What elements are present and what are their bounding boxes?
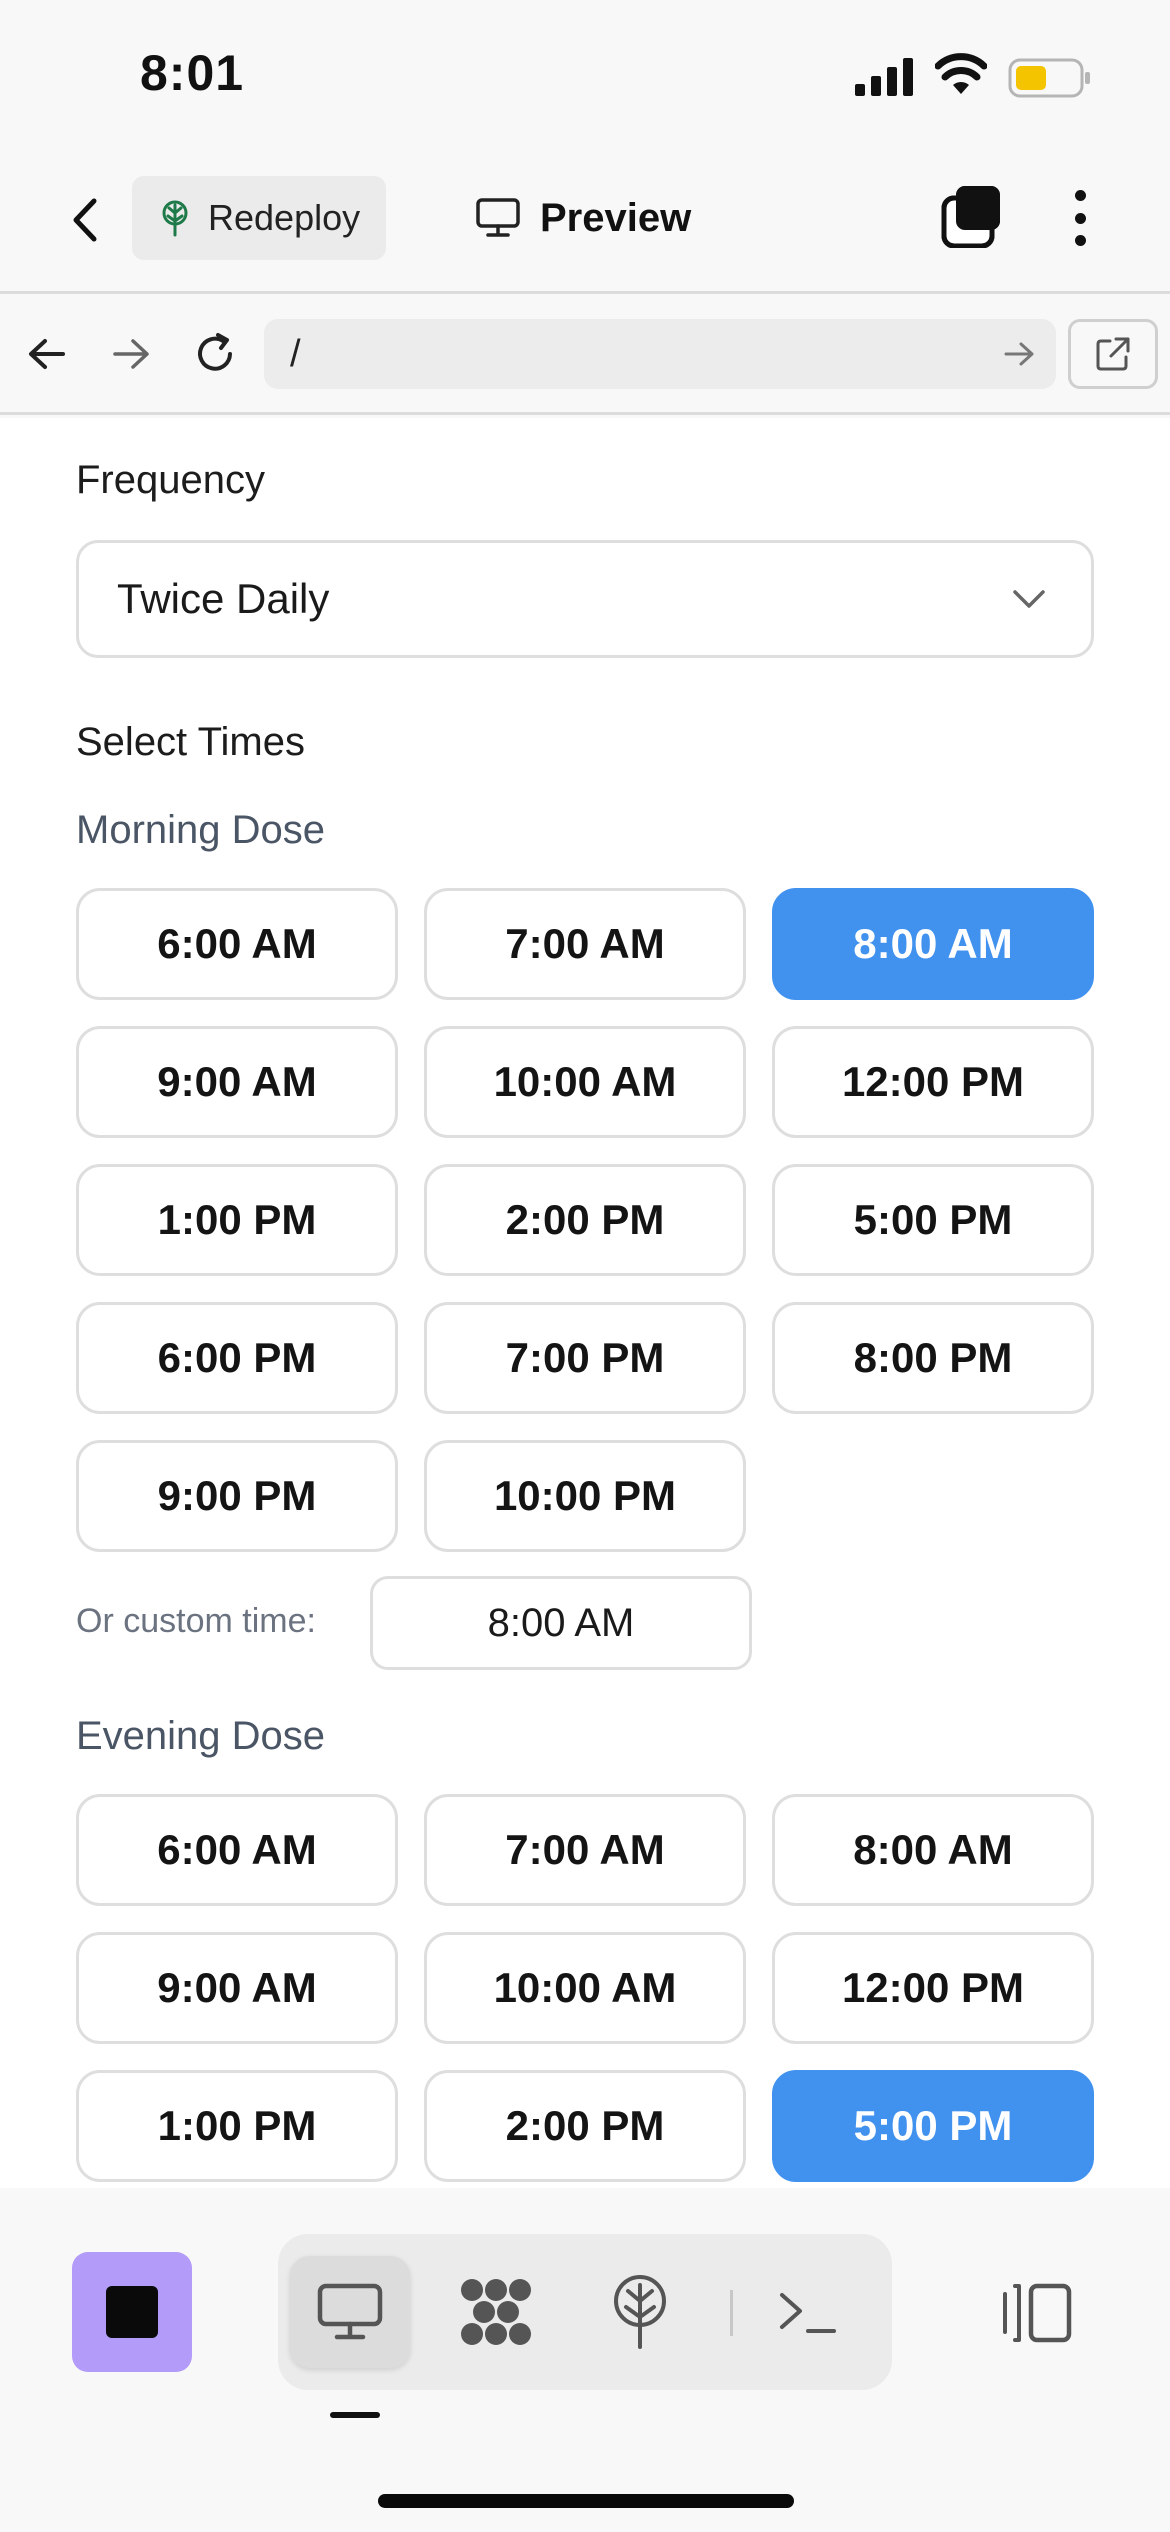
evening-dose-label: Evening Dose <box>76 1714 326 1758</box>
preview-label: Preview <box>540 195 692 240</box>
morning-time-option[interactable]: 10:00 AM <box>424 1026 746 1138</box>
morning-time-option[interactable]: 5:00 PM <box>772 1164 1094 1276</box>
frequency-label: Frequency <box>76 458 265 502</box>
chevron-down-icon <box>1013 590 1045 608</box>
evening-time-option[interactable]: 8:00 AM <box>772 1794 1094 1906</box>
bottom-toolbar <box>0 2188 1170 2532</box>
chevron-left-icon <box>73 198 97 242</box>
tabs-icon[interactable] <box>940 184 1004 248</box>
graph-icon <box>461 2279 531 2345</box>
morning-time-option[interactable]: 6:00 PM <box>76 1302 398 1414</box>
arrow-left-icon <box>29 339 65 369</box>
monitor-icon <box>476 198 520 237</box>
morning-time-option[interactable]: 9:00 AM <box>76 1026 398 1138</box>
side-panel-button[interactable] <box>1000 2280 1074 2346</box>
morning-time-option[interactable]: 10:00 PM <box>424 1440 746 1552</box>
more-options-icon[interactable] <box>1062 186 1098 250</box>
arrow-right-icon <box>113 339 149 369</box>
morning-time-option[interactable]: 1:00 PM <box>76 1164 398 1276</box>
morning-time-option[interactable]: 9:00 PM <box>76 1440 398 1552</box>
side-panel-icon <box>1003 2283 1072 2343</box>
deploy-icon <box>614 2275 666 2349</box>
frequency-select[interactable]: Twice Daily <box>76 540 1094 658</box>
desktop-icon <box>317 2283 383 2340</box>
battery-icon <box>1008 58 1090 98</box>
evening-time-option[interactable]: 1:00 PM <box>76 2070 398 2182</box>
tool-switcher <box>278 2234 892 2390</box>
browser-forward-button[interactable] <box>104 327 158 381</box>
reload-icon <box>198 333 232 371</box>
frequency-value: Twice Daily <box>117 575 330 622</box>
status-time: 8:01 <box>140 45 245 101</box>
external-link-icon <box>1096 337 1130 371</box>
evening-time-option[interactable]: 10:00 AM <box>424 1932 746 2044</box>
morning-time-option[interactable]: 12:00 PM <box>772 1026 1094 1138</box>
url-field[interactable]: / <box>264 319 1056 389</box>
wifi-icon <box>935 53 987 94</box>
evening-time-option[interactable]: 12:00 PM <box>772 1932 1094 2044</box>
preview-content: Frequency Twice Daily Select Times Morni… <box>0 418 1170 2188</box>
back-button[interactable] <box>60 190 110 250</box>
evening-time-option[interactable]: 7:00 AM <box>424 1794 746 1906</box>
terminal-icon <box>780 2293 836 2333</box>
desktop-tool-button[interactable] <box>290 2256 410 2368</box>
go-arrow-icon[interactable] <box>1002 337 1036 371</box>
custom-time-input[interactable]: 8:00 AM <box>370 1576 752 1670</box>
morning-time-option[interactable]: 7:00 PM <box>424 1302 746 1414</box>
terminal-tool-button[interactable] <box>748 2256 868 2368</box>
evening-time-option[interactable]: 5:00 PM <box>772 2070 1094 2182</box>
url-text: / <box>290 332 301 375</box>
redeploy-label: Redeploy <box>208 197 361 238</box>
morning-time-option[interactable]: 2:00 PM <box>424 1164 746 1276</box>
open-external-button[interactable] <box>1068 319 1158 389</box>
morning-time-option[interactable]: 8:00 AM <box>772 888 1094 1000</box>
preview-tab[interactable]: Preview <box>476 188 691 248</box>
active-tool-indicator <box>330 2412 380 2418</box>
home-indicator <box>378 2494 794 2508</box>
redeploy-button[interactable]: Redeploy <box>132 176 386 260</box>
stop-icon <box>106 2286 158 2338</box>
evening-time-option[interactable]: 2:00 PM <box>424 2070 746 2182</box>
evening-time-option[interactable]: 9:00 AM <box>76 1932 398 2044</box>
tool-separator <box>730 2290 733 2336</box>
custom-time-label: Or custom time: <box>76 1602 316 1640</box>
stop-button[interactable] <box>72 2252 192 2372</box>
graph-tool-button[interactable] <box>436 2256 556 2368</box>
app-header: Redeploy Preview <box>0 150 1170 294</box>
reload-button[interactable] <box>188 327 242 381</box>
deploy-tree-icon <box>162 200 188 237</box>
evening-time-option[interactable]: 6:00 AM <box>76 1794 398 1906</box>
deploy-tool-button[interactable] <box>580 2256 700 2368</box>
cellular-signal-icon <box>855 58 913 96</box>
select-times-label: Select Times <box>76 720 305 764</box>
morning-time-option[interactable]: 7:00 AM <box>424 888 746 1000</box>
morning-time-option[interactable]: 6:00 AM <box>76 888 398 1000</box>
status-bar: 8:01 <box>0 0 1170 150</box>
browser-bar: / <box>0 297 1170 415</box>
browser-back-button[interactable] <box>20 327 74 381</box>
morning-dose-label: Morning Dose <box>76 808 326 852</box>
morning-time-option[interactable]: 8:00 PM <box>772 1302 1094 1414</box>
